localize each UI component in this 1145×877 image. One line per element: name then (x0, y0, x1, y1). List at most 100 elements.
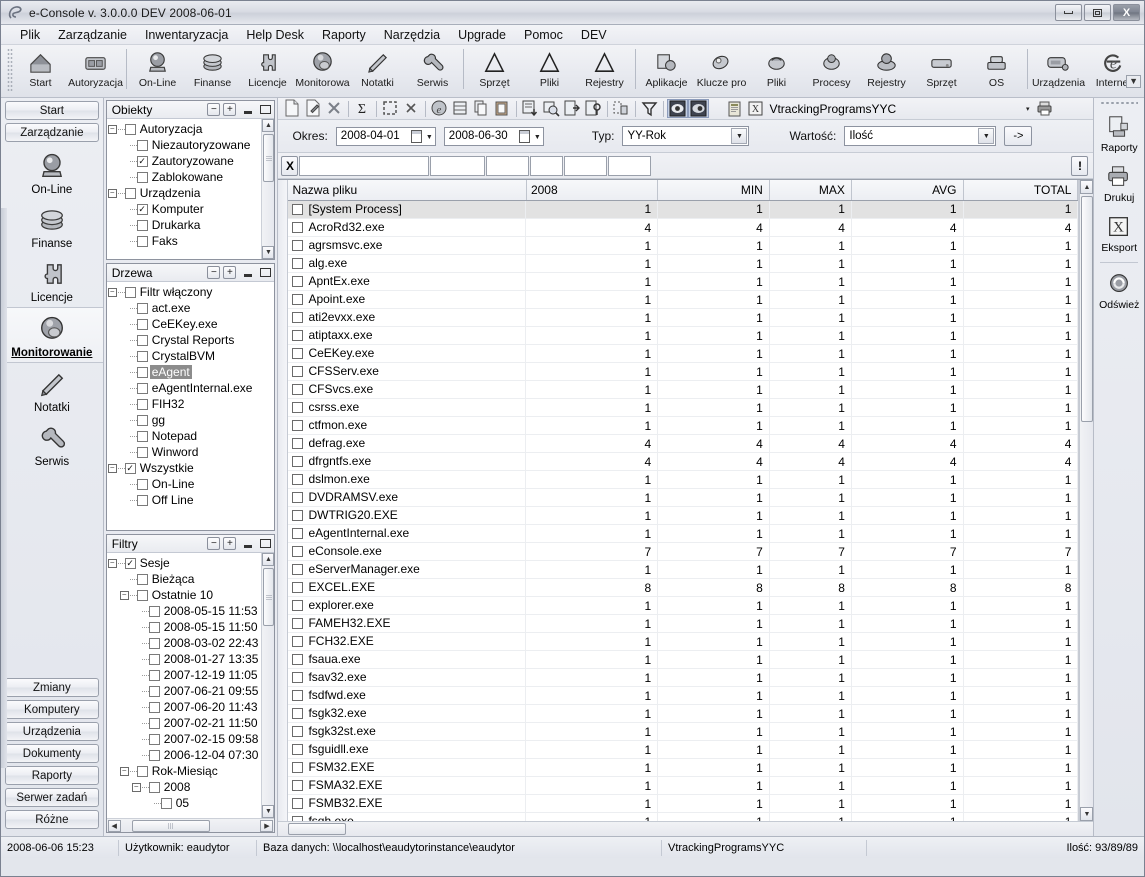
search-input-max[interactable] (530, 155, 564, 176)
toolbar-button-sprz-t[interactable]: Sprzęt (467, 45, 522, 89)
toolbar-button-serwis[interactable]: Serwis (405, 45, 460, 89)
table-row[interactable]: DWTRIG20.EXE 1 1 1 1 1 (288, 506, 1079, 525)
table-row[interactable]: dfrgntfs.exe 4 4 4 4 4 (288, 452, 1079, 471)
table-row[interactable]: fsav32.exe 1 1 1 1 1 (288, 668, 1079, 687)
table-row[interactable]: DVDRAMSV.exe 1 1 1 1 1 (288, 488, 1079, 507)
row-checkbox[interactable] (292, 743, 304, 755)
tree-node-checkbox[interactable] (124, 286, 136, 298)
hscroll-thumb[interactable] (131, 819, 210, 832)
table-row[interactable]: AcroRd32.exe 4 4 4 4 4 (288, 218, 1079, 237)
list-icon[interactable] (450, 99, 471, 118)
report-combo[interactable]: VtrackingProgramsYYC ▾ (766, 99, 1034, 118)
date-to-input[interactable]: 2008-06-30 ▼ (443, 126, 544, 146)
calendar-icon[interactable] (518, 129, 530, 143)
row-checkbox[interactable] (292, 545, 304, 557)
scroll-down-arrow-icon[interactable]: ▼ (262, 805, 275, 818)
open-out-icon[interactable] (562, 99, 583, 118)
tree-node-checkbox[interactable] (136, 139, 148, 151)
tree-node[interactable]: Zablokowane (107, 169, 261, 185)
panel-drzewa-expand-all-button[interactable]: + (223, 266, 237, 279)
toolbar-button-pliki[interactable]: Pliki (749, 45, 804, 89)
tree-node-checkbox[interactable] (148, 701, 160, 713)
tree-node[interactable]: Bieżąca (107, 571, 261, 587)
left-sidebar-scrollbar[interactable] (1, 208, 7, 768)
row-checkbox[interactable] (292, 347, 304, 359)
tree-expander[interactable]: − (131, 779, 142, 795)
scroll-thumb[interactable] (263, 134, 275, 182)
tree-node-checkbox[interactable] (124, 462, 136, 474)
select-region-icon[interactable] (380, 99, 401, 118)
scroll-up-arrow-icon[interactable]: ▲ (262, 119, 275, 132)
tree-node-checkbox[interactable] (136, 203, 148, 215)
panel-filtry-expand-all-button[interactable]: + (223, 537, 237, 550)
tree-node[interactable]: Niezautoryzowane (107, 137, 261, 153)
tree-node-checkbox[interactable] (136, 235, 148, 247)
toolbar-button-monitorowa[interactable]: Monitorowa (295, 45, 350, 89)
copy-icon[interactable] (471, 99, 492, 118)
row-checkbox[interactable] (292, 725, 304, 737)
tree-node[interactable]: Winword (107, 444, 275, 460)
tree-node[interactable]: − Urządzenia (107, 185, 261, 201)
nav-button-urządzenia[interactable]: Urządzenia (5, 722, 99, 741)
tree-node[interactable]: − Rok-Miesiąc (107, 763, 261, 779)
menu-item-raporty[interactable]: Raporty (313, 26, 375, 44)
row-checkbox[interactable] (292, 599, 304, 611)
table-row[interactable]: eServerManager.exe 1 1 1 1 1 (288, 560, 1079, 579)
tree-expander[interactable]: − (107, 284, 118, 300)
nav-item-finanse[interactable]: Finanse (1, 199, 103, 253)
scroll-up-arrow-icon[interactable]: ▲ (1080, 180, 1094, 194)
chevron-down-icon[interactable]: ▼ (978, 128, 995, 144)
tree-node-checkbox[interactable] (136, 589, 148, 601)
nav-item-monitorowanie[interactable]: Monitorowanie (1, 307, 103, 363)
nav-button-raporty[interactable]: Raporty (5, 766, 99, 785)
menu-item-pomoc[interactable]: Pomoc (515, 26, 572, 44)
table-row[interactable]: FCH32.EXE 1 1 1 1 1 (288, 632, 1079, 651)
scroll-thumb[interactable] (263, 568, 275, 626)
table-row[interactable]: Apoint.exe 1 1 1 1 1 (288, 290, 1079, 309)
row-checkbox[interactable] (292, 275, 304, 287)
column-header-nazwa-pliku[interactable]: Nazwa pliku (288, 180, 527, 201)
delete-x-icon[interactable] (324, 99, 345, 118)
row-checkbox[interactable] (292, 455, 304, 467)
row-checkbox[interactable] (292, 797, 304, 809)
row-checkbox[interactable] (292, 383, 304, 395)
row-checkbox[interactable] (292, 437, 304, 449)
nav-button-start[interactable]: Start (5, 101, 99, 120)
toolbar-button-aplikacje[interactable]: Aplikacje (639, 45, 694, 89)
right-nav-odśwież[interactable]: Odśwież (1094, 266, 1144, 316)
search-input-min[interactable] (486, 155, 530, 176)
tree-node[interactable]: FIH32 (107, 396, 275, 412)
tree-node-checkbox[interactable] (136, 446, 148, 458)
nav-button-zarz-dzanie[interactable]: Zarządzanie (5, 123, 99, 142)
tree-node[interactable]: 2008-01-27 13:35 (107, 651, 261, 667)
search-input-2008[interactable] (430, 155, 486, 176)
tree-node[interactable]: act.exe (107, 300, 275, 316)
print-icon[interactable] (1034, 99, 1055, 118)
panel-obiekty-collapse-all-button[interactable]: − (207, 103, 221, 116)
tree-node[interactable]: CrystalBVM (107, 348, 275, 364)
tree-node[interactable]: 05 (107, 795, 261, 811)
tree-node[interactable]: Off Line (107, 492, 275, 508)
tree-node-checkbox[interactable] (148, 733, 160, 745)
tree-node[interactable]: Faks (107, 233, 261, 249)
tree-node[interactable]: − Ostatnie 10 (107, 587, 261, 603)
row-checkbox[interactable] (292, 365, 304, 377)
menu-item-inwentaryzacja[interactable]: Inwentaryzacja (136, 26, 237, 44)
tree-node[interactable]: CeEKey.exe (107, 316, 275, 332)
maximize-button[interactable] (1084, 4, 1111, 21)
chevron-down-icon[interactable]: ▾ (1026, 105, 1035, 113)
tree-node[interactable]: Zautoryzowane (107, 153, 261, 169)
row-checkbox[interactable] (292, 203, 304, 215)
toolbar-overflow-button[interactable]: ▼ (1126, 75, 1141, 88)
tree-node-checkbox[interactable] (136, 573, 148, 585)
toolbar-button-autoryzacja[interactable]: Autoryzacja (68, 45, 123, 89)
scroll-thumb[interactable] (1081, 196, 1094, 422)
menu-item-narzędzia[interactable]: Narzędzia (375, 26, 449, 44)
row-checkbox[interactable] (292, 779, 304, 791)
search-input-total[interactable] (608, 155, 652, 176)
column-header-min[interactable]: MIN (657, 180, 770, 201)
column-header-max[interactable]: MAX (769, 180, 852, 201)
row-checkbox[interactable] (292, 311, 304, 323)
export-list-icon[interactable] (520, 99, 541, 118)
tree-node-checkbox[interactable] (124, 123, 136, 135)
